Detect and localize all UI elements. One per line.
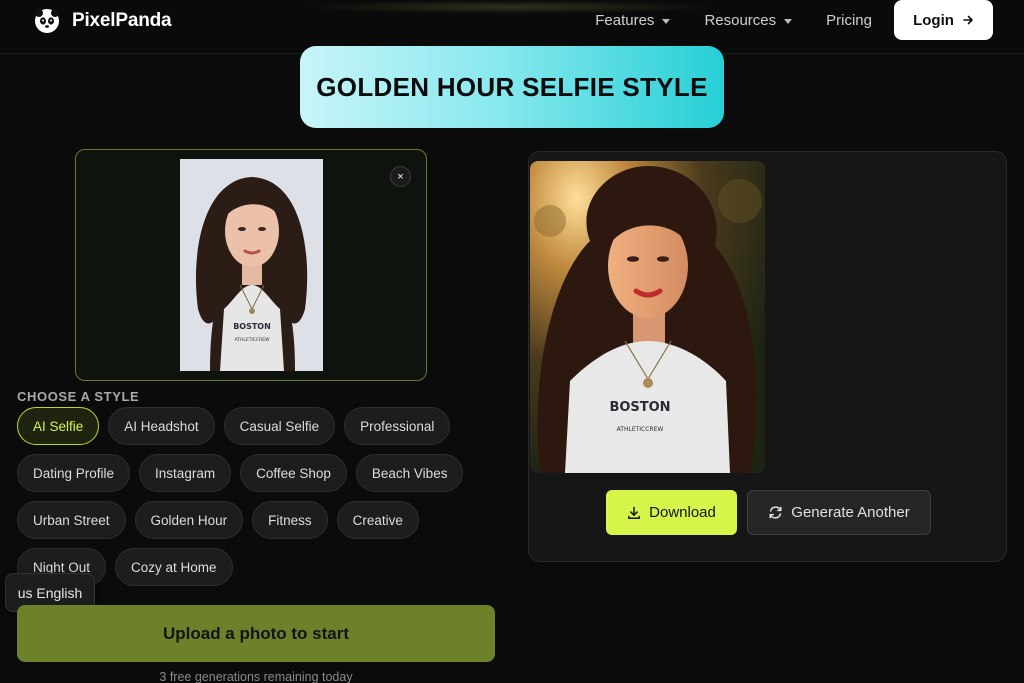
svg-text:ATHLETICCREW: ATHLETICCREW: [235, 337, 271, 343]
style-chip-golden-hour[interactable]: Golden Hour: [134, 501, 244, 539]
free-generations-note: 3 free generations remaining today: [159, 670, 353, 683]
style-chip-ai-selfie[interactable]: AI Selfie: [17, 407, 100, 445]
generate-another-button[interactable]: Generate Another: [747, 490, 931, 535]
style-title-banner: GOLDEN HOUR SELFIE STYLE: [300, 46, 724, 128]
login-label: Login: [913, 11, 954, 29]
style-row: AI Selfie AI Headshot Casual Selfie Profess…: [17, 407, 487, 445]
generate-another-label: Generate Another: [791, 504, 910, 521]
nav-features[interactable]: Features: [595, 12, 671, 29]
style-chip-ai-headshot[interactable]: AI Headshot: [108, 407, 215, 445]
generated-portrait-image: BOSTON ATHLETICCREW: [530, 161, 765, 473]
download-icon: [628, 506, 641, 519]
banner-title: GOLDEN HOUR SELFIE STYLE: [316, 71, 708, 102]
style-chip-urban-street[interactable]: Urban Street: [17, 501, 126, 539]
uploaded-photo: BOSTON ATHLETICCREW: [180, 159, 323, 371]
brand-logo-link[interactable]: PixelPanda: [34, 8, 172, 34]
nav-features-label: Features: [595, 12, 655, 29]
brand-name: PixelPanda: [72, 10, 172, 31]
upload-label: Upload a photo to start: [162, 623, 350, 643]
remove-photo-button[interactable]: ×: [390, 166, 411, 187]
style-chip-dating-profile[interactable]: Dating Profile: [17, 454, 131, 492]
uploaded-portrait-image: BOSTON ATHLETICCREW: [180, 159, 323, 371]
chevron-down-icon: [784, 19, 793, 24]
style-row: Urban Street Golden Hour Fitness Creative: [17, 501, 487, 539]
nav-pricing-label: Pricing: [826, 12, 872, 29]
svg-text:ATHLETICCREW: ATHLETICCREW: [617, 426, 664, 433]
result-panel: BOSTON ATHLETICCREW Download Generate An…: [528, 151, 1007, 562]
nav-links: Features Resources Pricing: [595, 12, 872, 29]
svg-text:BOSTON: BOSTON: [609, 400, 670, 415]
upload-photo-button[interactable]: Upload a photo to start: [17, 605, 495, 662]
choose-style-heading: CHOOSE A STYLE: [17, 389, 140, 404]
arrow-right-icon: [963, 15, 973, 25]
generated-photo: BOSTON ATHLETICCREW: [530, 161, 765, 473]
login-button[interactable]: Login: [894, 0, 993, 40]
nav-pricing[interactable]: Pricing: [826, 12, 872, 29]
style-chip-fitness[interactable]: Fitness: [252, 501, 328, 539]
style-chip-cozy-at-home[interactable]: Cozy at Home: [115, 548, 233, 586]
style-options: AI Selfie AI Headshot Casual Selfie Profess…: [17, 407, 487, 595]
chevron-down-icon: [662, 19, 671, 24]
style-chip-casual-selfie[interactable]: Casual Selfie: [223, 407, 336, 445]
style-chip-creative[interactable]: Creative: [336, 501, 419, 539]
svg-text:BOSTON: BOSTON: [233, 322, 271, 331]
close-icon: ×: [397, 170, 404, 183]
nav-resources[interactable]: Resources: [704, 12, 793, 29]
style-chip-coffee-shop[interactable]: Coffee Shop: [240, 454, 347, 492]
uploaded-photo-preview: BOSTON ATHLETICCREW ×: [75, 149, 427, 381]
download-button[interactable]: Download: [606, 490, 737, 535]
style-row: Dating Profile Instagram Coffee Shop Beach …: [17, 454, 487, 492]
style-chip-professional[interactable]: Professional: [344, 407, 451, 445]
panda-logo-icon: [35, 9, 59, 33]
download-label: Download: [649, 504, 716, 521]
language-label: us English: [17, 584, 83, 601]
app-page: PixelPanda Features Resources Pricing Lo…: [0, 0, 1024, 683]
refresh-icon: [769, 506, 782, 519]
style-chip-beach-vibes[interactable]: Beach Vibes: [355, 454, 464, 492]
nav-resources-label: Resources: [704, 12, 777, 29]
style-chip-instagram[interactable]: Instagram: [139, 454, 232, 492]
